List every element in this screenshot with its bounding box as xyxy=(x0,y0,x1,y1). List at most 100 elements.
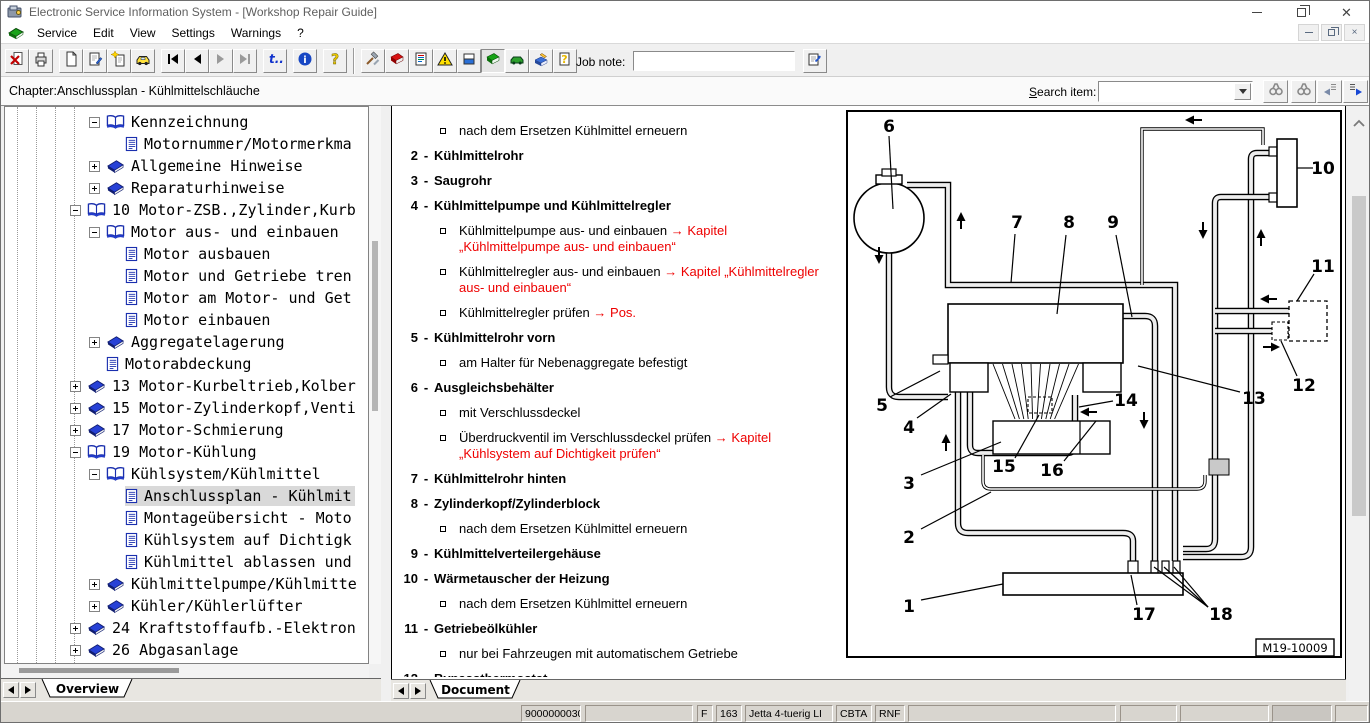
menu-service[interactable]: Service xyxy=(29,24,85,42)
tree-item-selected[interactable]: Anschlussplan - Kühlmit xyxy=(5,485,368,507)
document-vertical-scrollbar[interactable] xyxy=(1349,106,1369,701)
next-record-button[interactable] xyxy=(209,49,233,73)
info-button[interactable]: i xyxy=(293,49,317,73)
window-close-button[interactable]: ✕ xyxy=(1324,1,1369,23)
previous-hit-button[interactable] xyxy=(1317,80,1342,103)
last-record-button[interactable] xyxy=(233,49,257,73)
tree-item[interactable]: Reparaturhinweise xyxy=(5,177,368,199)
search-item-combobox[interactable] xyxy=(1098,81,1253,102)
document-help-button[interactable]: ? xyxy=(553,49,577,73)
tree-expander-plus[interactable] xyxy=(89,161,100,172)
warnings-button[interactable] xyxy=(433,49,457,73)
tools-button[interactable] xyxy=(361,49,385,73)
tree-item[interactable]: Motor aus- und einbauen xyxy=(5,221,368,243)
job-note-input[interactable] xyxy=(633,51,795,71)
vehicle-data-button[interactable] xyxy=(505,49,529,73)
doc-bullet-item: mit Verschlussdeckel xyxy=(394,405,841,421)
tree-expander-plus[interactable] xyxy=(89,337,100,348)
job-note-edit-button[interactable] xyxy=(803,49,827,73)
tree-expander-minus[interactable] xyxy=(70,447,81,458)
doc-heading-title: Ausgleichsbehälter xyxy=(434,380,554,396)
tree-item[interactable]: 13 Motor-Kurbeltrieb,Kolber xyxy=(5,375,368,397)
tree-item[interactable]: Kennzeichnung xyxy=(5,111,368,133)
tree-item[interactable]: Motornummer/Motormerkma xyxy=(5,133,368,155)
tree-expander-plus[interactable] xyxy=(70,645,81,656)
window-minimize-button[interactable] xyxy=(1234,1,1279,23)
doc-link[interactable]: → Pos. xyxy=(593,305,636,320)
repair-manual-button[interactable] xyxy=(385,49,409,73)
tree-item[interactable]: Allgemeine Hinweise xyxy=(5,155,368,177)
trace-button[interactable]: t.. xyxy=(263,49,287,73)
tree-item[interactable]: Motor am Motor- und Get xyxy=(5,287,368,309)
tree-expander-minus[interactable] xyxy=(89,117,100,128)
tree-item[interactable]: Kühlsystem auf Dichtigk xyxy=(5,529,368,551)
doc-tab-scroll-right-button[interactable] xyxy=(410,683,426,699)
tree-item[interactable]: Kühlsystem/Kühlmittel xyxy=(5,463,368,485)
tree-item[interactable]: Kühlmittel ablassen und xyxy=(5,551,368,573)
tab-scroll-right-button[interactable] xyxy=(20,682,36,698)
panel-button[interactable] xyxy=(457,49,481,73)
document-restore-button[interactable] xyxy=(1321,24,1342,41)
new-document-button[interactable] xyxy=(59,49,83,73)
chapter-title: Chapter:Anschlussplan - Kühlmittelschläu… xyxy=(9,84,260,98)
tree-item[interactable]: 17 Motor-Schmierung xyxy=(5,419,368,441)
search-button[interactable] xyxy=(1263,80,1288,103)
tree-expander-plus[interactable] xyxy=(70,381,81,392)
doc-heading-number: 10 xyxy=(394,571,418,587)
tree-item[interactable]: 19 Motor-Kühlung xyxy=(5,441,368,463)
menu-view[interactable]: View xyxy=(122,24,164,42)
doc-heading-title: Getriebeölkühler xyxy=(434,621,537,637)
help-button[interactable]: ? xyxy=(323,49,347,73)
next-hit-button[interactable] xyxy=(1343,80,1368,103)
tree-item[interactable]: Aggregatelagerung xyxy=(5,331,368,353)
menu-warnings[interactable]: Warnings xyxy=(223,24,289,42)
bullet-square-icon xyxy=(440,410,446,416)
tree-expander-plus[interactable] xyxy=(89,183,100,194)
tree-item[interactable]: Motor einbauen xyxy=(5,309,368,331)
tree-expander-plus[interactable] xyxy=(89,601,100,612)
window-restore-button[interactable] xyxy=(1279,1,1324,23)
tree-horizontal-scrollbar[interactable] xyxy=(1,664,369,678)
tree-item[interactable]: Kühler/Kühlerlüfter xyxy=(5,595,368,617)
edit-document-button[interactable] xyxy=(83,49,107,73)
tree-item[interactable]: Motorabdeckung xyxy=(5,353,368,375)
tree-item[interactable]: 15 Motor-Zylinderkopf,Venti xyxy=(5,397,368,419)
tree-expander-plus[interactable] xyxy=(70,403,81,414)
tree-item[interactable]: Montageübersicht - Moto xyxy=(5,507,368,529)
print-button[interactable] xyxy=(29,49,53,73)
tree-expander-minus[interactable] xyxy=(70,205,81,216)
tree-item[interactable]: Motor ausbauen xyxy=(5,243,368,265)
tree-item[interactable]: 24 Kraftstoffaufb.-Elektron xyxy=(5,617,368,639)
status-bar: 9000000030F163Jetta 4-tuerig LICBTARNF xyxy=(1,701,1369,723)
tree-expander-minus[interactable] xyxy=(89,227,100,238)
workshop-guide-button[interactable] xyxy=(481,49,505,73)
tree-item[interactable]: Kühlmittelpumpe/Kühlmitte xyxy=(5,573,368,595)
search-again-button[interactable] xyxy=(1291,80,1316,103)
first-record-button[interactable] xyxy=(161,49,185,73)
tree-expander-plus[interactable] xyxy=(70,623,81,634)
service-book-button[interactable] xyxy=(529,49,553,73)
tree-item[interactable]: Motor und Getriebe tren xyxy=(5,265,368,287)
combo-dropdown-button[interactable] xyxy=(1234,83,1251,100)
menu-settings[interactable]: Settings xyxy=(164,24,223,42)
tree-expander-plus[interactable] xyxy=(89,579,100,590)
previous-record-button[interactable] xyxy=(185,49,209,73)
tree-vertical-scrollbar[interactable] xyxy=(369,106,381,664)
menu-edit[interactable]: Edit xyxy=(85,24,122,42)
tree-expander-minus[interactable] xyxy=(89,469,100,480)
vehicle-button[interactable] xyxy=(131,49,155,73)
tab-scroll-left-button[interactable] xyxy=(3,682,19,698)
document-minimize-button[interactable] xyxy=(1298,24,1319,41)
menu-[interactable]: ? xyxy=(289,24,312,42)
document-list-button[interactable] xyxy=(409,49,433,73)
new-note-button[interactable] xyxy=(107,49,131,73)
exit-button[interactable] xyxy=(5,49,29,73)
tree-item[interactable]: 10 Motor-ZSB.,Zylinder,Kurb xyxy=(5,199,368,221)
bullet-square-icon xyxy=(440,651,446,657)
tree-expander-plus[interactable] xyxy=(70,425,81,436)
tree-item-label: Kühlmittelpumpe/Kühlmitte xyxy=(131,575,357,593)
document-close-button[interactable]: × xyxy=(1344,24,1365,41)
doc-tab-scroll-left-button[interactable] xyxy=(393,683,409,699)
doc-heading-title: Wärmetauscher der Heizung xyxy=(434,571,610,587)
tree-item[interactable]: 26 Abgasanlage xyxy=(5,639,368,661)
